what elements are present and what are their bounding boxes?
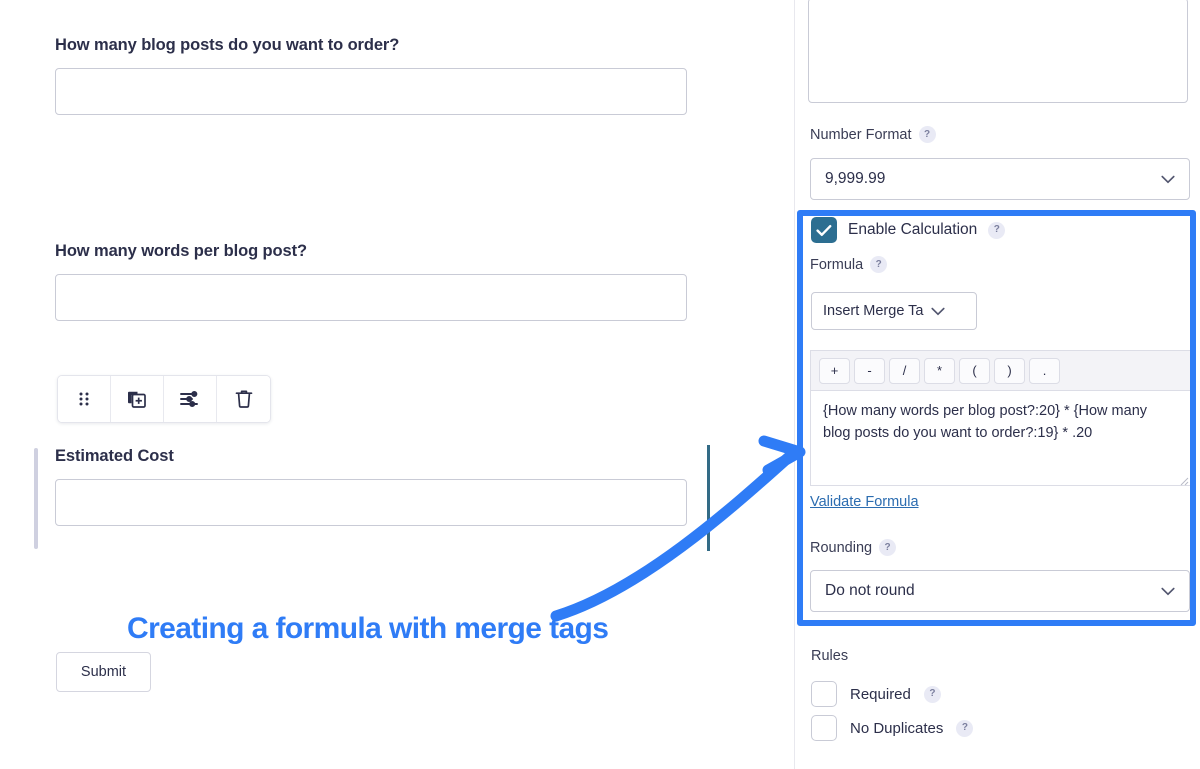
operator-button-open-paren[interactable]: ( <box>959 357 990 384</box>
drag-handle-icon[interactable] <box>58 376 111 422</box>
number-format-value: 9,999.99 <box>825 170 886 187</box>
estimated-cost-input[interactable] <box>55 478 687 526</box>
operator-button-multiply[interactable]: * <box>924 357 955 384</box>
required-checkbox[interactable] <box>811 681 837 707</box>
submit-button[interactable]: Submit <box>56 652 151 692</box>
field-label: Estimated Cost <box>55 447 174 465</box>
no-duplicates-checkbox[interactable] <box>811 715 837 741</box>
help-icon[interactable]: ? <box>956 719 974 737</box>
insert-merge-tag-label: Insert Merge Ta <box>823 303 924 319</box>
rounding-label-text: Rounding <box>810 539 873 556</box>
form-field-estimated-cost: Estimated Cost <box>55 447 687 526</box>
help-icon[interactable]: ? <box>988 221 1006 239</box>
operator-button-divide[interactable]: / <box>889 357 920 384</box>
operator-button-close-paren[interactable]: ) <box>994 357 1025 384</box>
operator-button-decimal[interactable]: . <box>1029 357 1060 384</box>
help-icon[interactable]: ? <box>918 126 936 143</box>
help-icon[interactable]: ? <box>879 539 897 556</box>
enable-calculation-checkbox[interactable] <box>811 217 837 243</box>
no-duplicates-label: No Duplicates <box>850 719 944 737</box>
help-icon[interactable]: ? <box>923 685 941 703</box>
required-label: Required <box>850 685 911 703</box>
words-per-post-input[interactable] <box>55 273 687 321</box>
rounding-value: Do not round <box>825 582 915 599</box>
operator-button-minus[interactable]: - <box>854 357 885 384</box>
form-field-words-per-post: How many words per blog post? <box>55 242 687 321</box>
field-toolbar <box>57 375 271 423</box>
rule-row-no-duplicates: No Duplicates ? <box>811 715 974 741</box>
formula-operator-toolbar: + - / * ( ) . <box>810 350 1191 390</box>
form-field-blog-posts: How many blog posts do you want to order… <box>55 36 687 115</box>
chevron-down-icon <box>1161 175 1175 183</box>
chevron-down-icon <box>931 307 946 315</box>
validate-formula-link[interactable]: Validate Formula <box>810 494 919 510</box>
formula-label: Formula ? <box>810 256 888 273</box>
insert-merge-tag-dropdown[interactable]: Insert Merge Ta <box>811 292 977 330</box>
rules-heading: Rules <box>811 648 849 664</box>
selected-field-marker <box>34 448 38 549</box>
field-label: How many blog posts do you want to order… <box>55 36 400 54</box>
operator-button-plus[interactable]: + <box>819 357 850 384</box>
formula-textarea[interactable] <box>810 390 1191 486</box>
number-format-label: Number Format ? <box>810 126 936 143</box>
blog-posts-input[interactable] <box>55 67 687 115</box>
field-label: How many words per blog post? <box>55 242 307 260</box>
check-icon <box>816 224 832 236</box>
help-icon[interactable]: ? <box>870 256 888 273</box>
formula-label-text: Formula <box>810 256 864 273</box>
enable-calculation-label: Enable Calculation <box>848 221 978 238</box>
form-preview-panel: How many blog posts do you want to order… <box>0 0 795 769</box>
rule-row-required: Required ? <box>811 681 941 707</box>
trash-icon[interactable] <box>217 376 270 422</box>
rounding-select[interactable]: Do not round <box>810 570 1190 612</box>
number-format-label-text: Number Format <box>810 126 912 143</box>
chevron-down-icon <box>1161 587 1175 595</box>
number-format-select[interactable]: 9,999.99 <box>810 158 1190 200</box>
duplicate-icon[interactable] <box>111 376 164 422</box>
rounding-label: Rounding ? <box>810 539 897 556</box>
settings-sliders-icon[interactable] <box>164 376 217 422</box>
description-textarea[interactable] <box>808 0 1188 103</box>
enable-calculation-row: Enable Calculation ? <box>811 217 1006 243</box>
